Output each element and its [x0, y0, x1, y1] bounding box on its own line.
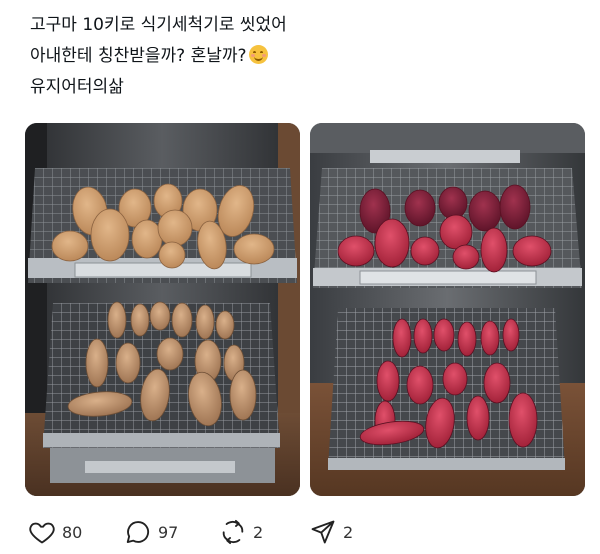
repost-button[interactable]: 2: [219, 517, 263, 547]
share-count: 2: [343, 522, 354, 542]
post-line-1: 고구마 10키로 식기세척기로 씻었어: [30, 15, 287, 35]
share-send-icon: [311, 520, 335, 544]
reply-bubble-icon: [126, 521, 150, 543]
photo-washed-sweet-potatoes[interactable]: [310, 123, 585, 496]
reply-button[interactable]: 97: [124, 517, 178, 547]
post-line-2-wrap: 아내한테 칭찬받을까? 혼날까?: [30, 41, 570, 72]
post-line-3: 유지어터의삶: [30, 77, 124, 97]
post-action-bar: 80 97 2 2: [28, 517, 588, 547]
share-button[interactable]: 2: [309, 517, 353, 547]
repost-icon: [222, 519, 244, 545]
repost-count: 2: [253, 522, 264, 542]
photo-raw-svg: [25, 123, 300, 496]
like-button[interactable]: 80: [28, 517, 82, 547]
like-count: 80: [62, 522, 83, 542]
post-text: 고구마 10키로 식기세척기로 씻었어 아내한테 칭찬받을까? 혼날까? 유지어…: [30, 10, 570, 103]
photo-washed-svg: [310, 123, 585, 496]
post-line-2: 아내한테 칭찬받을까? 혼날까?: [30, 46, 247, 66]
photo-raw-sweet-potatoes[interactable]: [25, 123, 300, 496]
smiling-face-emoji-icon: [248, 45, 268, 64]
reply-count: 97: [158, 522, 179, 542]
heart-icon: [29, 522, 55, 544]
